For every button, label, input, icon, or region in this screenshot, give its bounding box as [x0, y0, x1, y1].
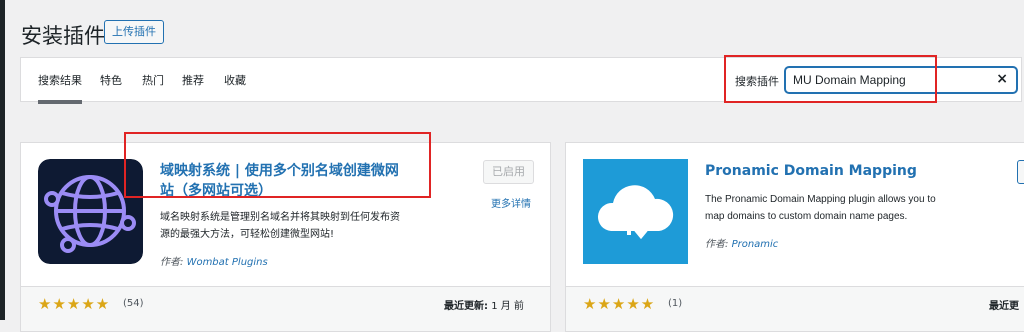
page-title: 安装插件	[21, 24, 105, 48]
star-rating: ★★★★★	[583, 295, 656, 313]
tab-favorites[interactable]: 收藏	[224, 72, 246, 88]
plugin-author: 作者: Wombat Plugins	[160, 253, 268, 268]
plugin-card: Pronamic Domain Mapping The Pronamic Dom…	[565, 142, 1024, 332]
highlight-box-plugin-name	[124, 132, 431, 198]
description-line: 源的最强大方法，可轻松创建微型网站!	[160, 229, 335, 240]
plugin-description: 域名映射系统是管理别名域名并将其映射到任何发布资 源的最强大方法，可轻松创建微型…	[160, 209, 430, 243]
updated-label: 最近更新:	[444, 301, 488, 312]
author-label: 作者:	[160, 257, 184, 268]
plugin-description: The Pronamic Domain Mapping plugin allow…	[705, 191, 1005, 225]
highlight-box-search	[724, 55, 937, 103]
updated-label: 最近更	[989, 301, 1019, 312]
clear-icon[interactable]: ×	[996, 71, 1008, 87]
card-footer: ★★★★★ (1) 最近更	[566, 286, 1024, 331]
description-line: 域名映射系统是管理别名域名并将其映射到任何发布资	[160, 212, 400, 223]
author-link[interactable]: Wombat Plugins	[187, 257, 268, 268]
tab-popular[interactable]: 热门	[142, 72, 164, 88]
updated-value: 1 月 前	[491, 301, 524, 312]
rating-count: (54)	[123, 298, 144, 309]
author-label: 作者:	[705, 239, 729, 250]
activated-button: 已启用	[483, 160, 534, 184]
plugin-name-link[interactable]: Pronamic Domain Mapping	[705, 161, 990, 181]
description-line: The Pronamic Domain Mapping plugin allow…	[705, 194, 936, 205]
author-link[interactable]: Pronamic	[732, 239, 779, 250]
last-updated: 最近更新: 1 月 前	[444, 297, 524, 312]
more-details-link[interactable]: 更多详情	[491, 195, 531, 210]
description-line: map domains to custom domain name pages.	[705, 211, 908, 222]
rating-count: (1)	[668, 298, 683, 309]
tab-featured[interactable]: 特色	[100, 72, 122, 88]
upload-plugin-button[interactable]: 上传插件	[104, 20, 164, 44]
tab-recommended[interactable]: 推荐	[182, 72, 204, 88]
star-rating: ★★★★★	[38, 295, 111, 313]
cloud-upload-icon	[583, 159, 688, 264]
card-footer: ★★★★★ (54) 最近更新: 1 月 前	[21, 286, 550, 331]
last-updated: 最近更	[989, 297, 1019, 312]
admin-sidebar-edge	[0, 0, 5, 320]
plugin-author: 作者: Pronamic	[705, 235, 778, 250]
install-button[interactable]	[1017, 160, 1024, 184]
tab-search-results[interactable]: 搜索结果	[38, 72, 82, 104]
